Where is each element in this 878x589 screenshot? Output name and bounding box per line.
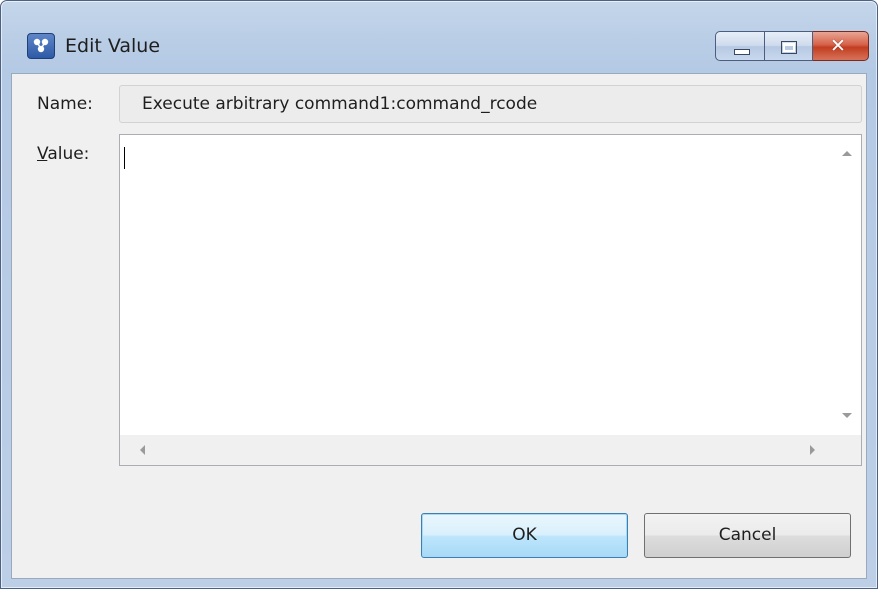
dialog-client-area: Name: Execute arbitrary command1:command… [11, 73, 867, 579]
scroll-left-arrow-icon[interactable] [140, 445, 145, 455]
scroll-down-arrow-icon[interactable] [842, 413, 852, 418]
value-label: Value: [37, 144, 89, 164]
value-text[interactable] [122, 137, 834, 433]
minimize-button[interactable] [715, 31, 765, 61]
value-label-rest: alue: [47, 144, 90, 164]
name-field: Execute arbitrary command1:command_rcode [119, 85, 862, 123]
caption-buttons: ✕ [715, 31, 869, 61]
minimize-icon [734, 49, 750, 55]
scrollbar-corner [833, 435, 861, 465]
app-icon[interactable] [27, 33, 55, 59]
value-textarea[interactable] [119, 134, 862, 466]
scroll-right-arrow-icon[interactable] [810, 445, 815, 455]
maximize-icon [781, 41, 797, 54]
vertical-scrollbar[interactable] [833, 135, 861, 433]
edit-value-dialog: Edit Value ✕ Name: Execute arbitrary com… [0, 0, 878, 589]
text-caret [124, 147, 125, 169]
horizontal-scrollbar[interactable] [120, 435, 833, 465]
value-label-mnemonic: V [37, 144, 48, 164]
name-label: Name: [37, 94, 93, 114]
cancel-button[interactable]: Cancel [644, 513, 851, 558]
maximize-button[interactable] [765, 31, 813, 61]
scroll-up-arrow-icon[interactable] [842, 151, 852, 156]
window-title: Edit Value [65, 35, 161, 57]
ok-button[interactable]: OK [421, 513, 628, 558]
close-button[interactable]: ✕ [813, 31, 869, 61]
close-icon: ✕ [830, 35, 846, 57]
